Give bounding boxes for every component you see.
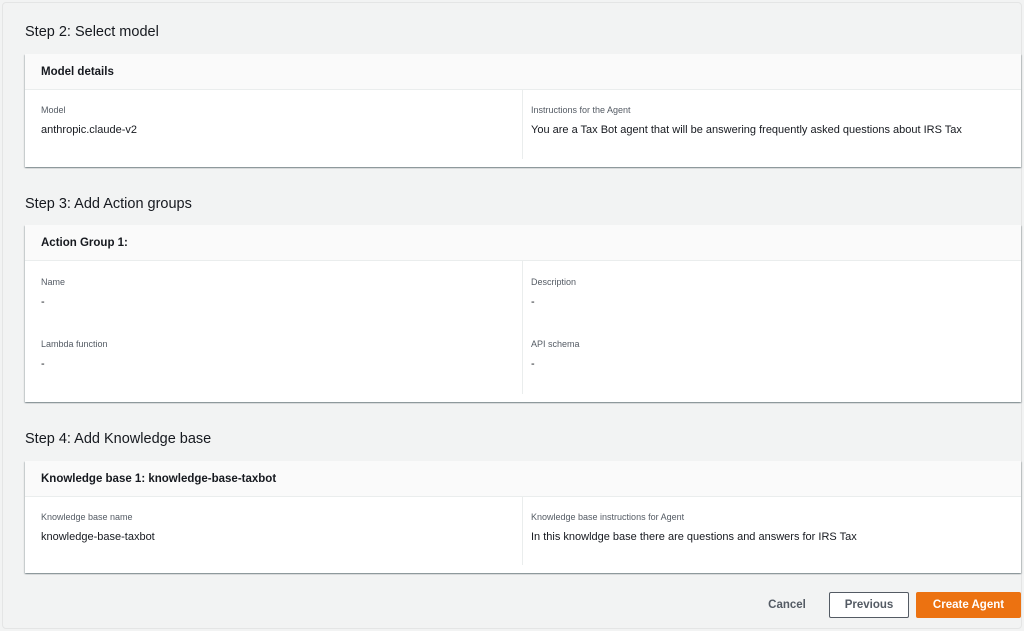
description-value: -	[531, 296, 535, 308]
column-divider	[522, 497, 523, 565]
knowledge-base-header: Knowledge base 1: knowledge-base-taxbot	[25, 461, 1021, 497]
name-label: Name	[41, 277, 66, 287]
step2-title: Step 2: Select model	[25, 24, 159, 40]
lambda-field: Lambda function -	[41, 338, 108, 371]
api-schema-value: -	[531, 358, 535, 370]
lambda-label: Lambda function	[41, 339, 108, 349]
kb-instructions-label: Knowledge base instructions for Agent	[531, 512, 685, 522]
description-field: Description -	[531, 276, 576, 309]
knowledge-base-panel: Knowledge base 1: knowledge-base-taxbot …	[25, 461, 1021, 573]
description-label: Description	[531, 277, 577, 287]
lambda-value: -	[41, 358, 45, 370]
action-group-panel: Action Group 1: Name - Description - Lam…	[25, 225, 1021, 402]
api-schema-label: API schema	[531, 339, 580, 349]
model-label: Model	[41, 105, 66, 115]
model-details-header: Model details	[25, 54, 1021, 90]
step3-title: Step 3: Add Action groups	[25, 196, 192, 212]
model-field: Model anthropic.claude-v2	[41, 104, 137, 137]
api-schema-field: API schema -	[531, 338, 580, 371]
instructions-value: You are a Tax Bot agent that will be ans…	[531, 124, 962, 136]
kb-name-label: Knowledge base name	[41, 512, 133, 522]
column-divider	[522, 261, 523, 394]
create-agent-button[interactable]: Create Agent	[916, 592, 1021, 618]
kb-instructions-value: In this knowldge base there are question…	[531, 531, 857, 543]
instructions-field: Instructions for the Agent You are a Tax…	[531, 104, 962, 137]
kb-name-value: knowledge-base-taxbot	[41, 531, 155, 543]
cancel-button[interactable]: Cancel	[755, 592, 819, 618]
instructions-label: Instructions for the Agent	[531, 105, 631, 115]
step4-title: Step 4: Add Knowledge base	[25, 431, 212, 447]
model-value: anthropic.claude-v2	[41, 124, 138, 136]
previous-button[interactable]: Previous	[829, 592, 909, 618]
name-field: Name -	[41, 276, 65, 309]
name-value: -	[41, 296, 45, 308]
kb-name-field: Knowledge base name knowledge-base-taxbo…	[41, 511, 155, 544]
action-group-header: Action Group 1:	[25, 225, 1021, 261]
column-divider	[522, 90, 523, 159]
kb-instructions-field: Knowledge base instructions for Agent In…	[531, 511, 857, 544]
review-page: Step 2: Select model Model details Model…	[2, 2, 1022, 629]
model-details-panel: Model details Model anthropic.claude-v2 …	[25, 54, 1021, 167]
